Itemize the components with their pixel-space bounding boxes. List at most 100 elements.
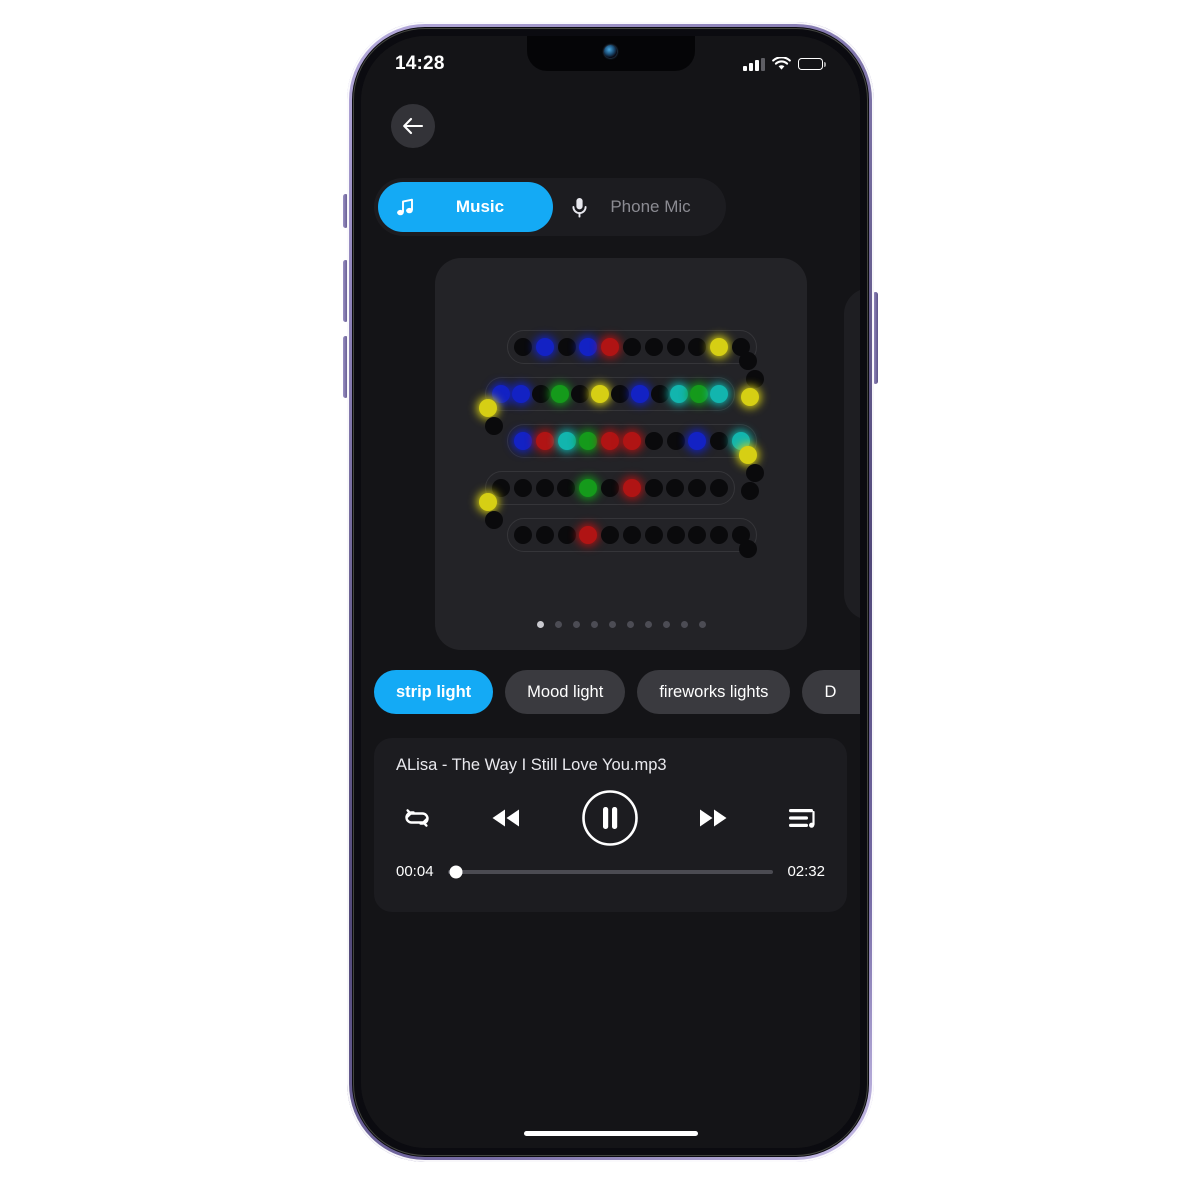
led-dot (688, 479, 707, 497)
led-strip-row (485, 471, 735, 505)
microphone-icon (572, 197, 587, 218)
led-dot (557, 479, 576, 497)
silent-switch[interactable] (343, 194, 348, 228)
pagination-dot[interactable] (608, 621, 616, 628)
battery-icon (797, 57, 826, 71)
home-indicator[interactable] (523, 1131, 698, 1136)
led-dot (535, 338, 554, 356)
fast-forward-icon (699, 809, 727, 827)
back-button[interactable] (391, 104, 435, 148)
led-dot (591, 385, 610, 403)
led-dot (622, 479, 641, 497)
led-dot (741, 482, 759, 500)
pagination-dot[interactable] (698, 621, 706, 628)
led-dot (666, 432, 685, 450)
notch (526, 36, 695, 71)
volume-up-button[interactable] (343, 260, 348, 322)
music-note-icon (397, 198, 413, 215)
led-dot (551, 385, 570, 403)
elapsed-time: 00:04 (396, 863, 434, 880)
led-dot (644, 338, 663, 356)
led-dot (514, 526, 532, 544)
repeat-button[interactable] (402, 805, 432, 831)
led-dot (557, 526, 576, 544)
track-title: ALisa - The Way I Still Love You.mp3 (396, 756, 667, 774)
led-dot (479, 493, 497, 511)
led-dot (739, 540, 757, 558)
fast-forward-button[interactable] (696, 805, 730, 831)
music-player: ALisa - The Way I Still Love You.mp3 00:… (374, 738, 847, 912)
tab-music-label: Music (455, 197, 505, 216)
led-dot (710, 432, 729, 450)
led-dot (690, 385, 709, 403)
led-dot (622, 526, 641, 544)
mode-chip[interactable]: Mood light (505, 670, 626, 714)
led-dot (739, 352, 757, 370)
pause-button[interactable] (581, 789, 639, 847)
led-dot (479, 399, 497, 417)
led-dot (710, 526, 729, 544)
led-dot (601, 526, 620, 544)
tab-phone-mic[interactable]: Phone Mic (553, 182, 721, 232)
led-dot (571, 385, 590, 403)
pagination-dot[interactable] (626, 621, 634, 628)
led-dot (666, 479, 685, 497)
led-dot (557, 432, 576, 450)
led-dot (622, 432, 641, 450)
status-time: 14:28 (395, 53, 445, 74)
pattern-carousel[interactable] (361, 258, 860, 650)
led-dot (746, 464, 764, 482)
led-strip-preview (471, 330, 771, 568)
led-dot (579, 432, 598, 450)
led-dot (688, 526, 707, 544)
led-dot (688, 338, 707, 356)
led-dot (514, 338, 532, 356)
pagination-dot[interactable] (644, 621, 652, 628)
pagination-dot[interactable] (590, 621, 598, 628)
player-controls (396, 789, 825, 847)
mode-chip[interactable]: fireworks lights (637, 670, 791, 714)
led-dot (670, 385, 689, 403)
pagination-dot[interactable] (662, 621, 670, 628)
tab-phone-mic-label: Phone Mic (610, 197, 691, 216)
pattern-card-next[interactable] (844, 288, 860, 620)
power-button[interactable] (873, 292, 878, 384)
mode-chips[interactable]: strip light Mood light fireworks lights D (374, 670, 860, 714)
pattern-pagination-dots[interactable] (435, 621, 807, 628)
wifi-icon (771, 57, 791, 70)
phone-bezel: 14:28 Music Phone Mic strip light Mood l… (352, 27, 869, 1157)
led-dot (610, 385, 629, 403)
mode-chip[interactable]: D (802, 670, 860, 714)
led-dot (601, 338, 620, 356)
progress-row: 00:04 02:32 (396, 863, 825, 880)
led-dot (579, 338, 598, 356)
led-dot (485, 417, 503, 435)
led-dot (535, 432, 554, 450)
progress-thumb[interactable] (449, 865, 463, 878)
led-dot (600, 479, 619, 497)
pagination-dot[interactable] (536, 621, 544, 628)
pagination-dot[interactable] (572, 621, 580, 628)
pattern-card-active[interactable] (435, 258, 807, 650)
cellular-signal-icon (743, 57, 765, 71)
pagination-dot[interactable] (680, 621, 688, 628)
rewind-button[interactable] (489, 805, 523, 831)
phone-screen: 14:28 Music Phone Mic strip light Mood l… (361, 36, 860, 1148)
volume-down-button[interactable] (343, 336, 348, 398)
pagination-dot[interactable] (554, 621, 562, 628)
led-strip-row (507, 518, 757, 552)
app-content: Music Phone Mic strip light Mood light f… (361, 36, 860, 1148)
led-dot (535, 479, 554, 497)
playlist-button[interactable] (787, 805, 819, 831)
playlist-icon (789, 809, 815, 828)
repeat-icon (405, 809, 429, 827)
tab-music[interactable]: Music (378, 182, 553, 232)
led-dot (579, 526, 598, 544)
led-dot (492, 385, 510, 403)
progress-slider[interactable] (447, 865, 774, 878)
mode-chip[interactable]: strip light (374, 670, 494, 714)
led-dot (666, 526, 685, 544)
status-icons (743, 57, 826, 71)
led-strip-row (507, 424, 757, 458)
led-dot (746, 370, 764, 388)
